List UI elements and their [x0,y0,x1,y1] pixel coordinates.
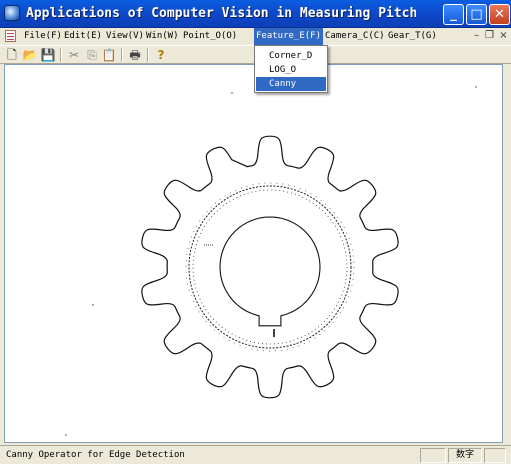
mdi-close-icon[interactable]: × [498,29,509,43]
noise-dot [475,86,477,88]
status-pane-empty [420,448,446,463]
image-canvas[interactable] [4,64,503,443]
maximize-button[interactable]: □ [466,4,487,25]
keyway-bore [219,216,321,327]
inner-ring-outer [188,185,352,349]
app-icon [4,5,20,21]
new-icon[interactable]: 🗋 [4,47,20,63]
toolbar-separator [60,48,62,62]
noise-dot [92,304,94,306]
menu-view[interactable]: View(V) [104,28,146,45]
menu-camera[interactable]: Camera_C(C) [323,28,387,45]
toolbar-separator [147,48,149,62]
menu-item-log-o[interactable]: LOG_O [256,63,326,77]
status-pane-end [484,448,506,463]
title-bar[interactable]: Applications of Computer Vision in Measu… [0,0,511,28]
menu-file[interactable]: File(F) [22,28,64,45]
paste-icon[interactable]: 📋 [101,47,117,63]
menu-win[interactable]: Win(W) [144,28,181,45]
noise-dot [65,434,67,436]
menu-bar: File(F) Edit(E) View(V) Win(W) Point_O(O… [0,28,511,45]
copy-icon[interactable]: ⎘ [84,47,100,63]
close-button[interactable]: ✕ [489,4,510,25]
window-title: Applications of Computer Vision in Measu… [26,6,416,21]
menu-feature[interactable]: Feature_E(F) [254,28,324,45]
gear-edge-image [65,86,477,436]
status-indicator: 数字 [448,448,482,463]
menu-item-corner-d[interactable]: Corner_D [256,49,326,63]
noise-dot [231,92,233,94]
menu-edit[interactable]: Edit(E) [62,28,104,45]
help-icon[interactable]: ? [153,47,169,63]
print-icon[interactable]: 🖶 [127,47,143,63]
status-text: Canny Operator for Edge Detection [6,450,185,460]
document-icon[interactable] [5,30,16,42]
inner-ring-noise [192,189,348,345]
open-icon[interactable]: 📂 [22,47,38,63]
mdi-restore-icon[interactable]: ❐ [484,29,495,43]
menu-gear[interactable]: Gear_T(G) [386,28,439,45]
save-icon[interactable]: 💾 [40,47,56,63]
feature-dropdown-menu: Corner_D LOG_O Canny [254,45,328,93]
gear-outline [141,135,399,399]
mdi-minimize-icon[interactable]: – [471,29,482,43]
cut-icon[interactable]: ✂ [66,47,82,63]
status-bar: Canny Operator for Edge Detection 数字 [0,445,511,464]
minimize-button[interactable]: _ [443,4,464,25]
menu-item-canny[interactable]: Canny [256,77,326,91]
menu-point[interactable]: Point_O(O) [181,28,239,45]
toolbar-separator [121,48,123,62]
